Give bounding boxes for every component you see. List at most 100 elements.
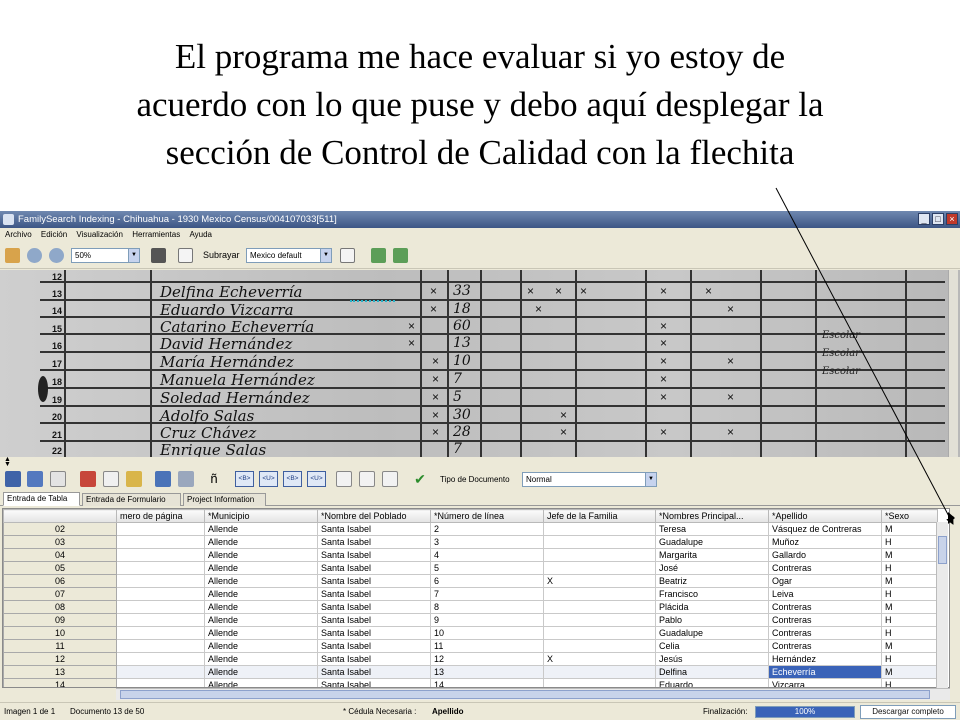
grid-cell[interactable] <box>116 587 205 601</box>
next-page-icon[interactable] <box>393 248 408 263</box>
table-row[interactable]: 07 Allende Santa Isabel 7 Francisco Leiva H <box>3 587 938 601</box>
grid-cell[interactable] <box>543 639 656 653</box>
grid-cell[interactable] <box>116 652 205 666</box>
grid-cell[interactable]: H <box>881 535 938 549</box>
grid-cell[interactable]: José <box>655 561 769 575</box>
grid-cell[interactable]: 2 <box>430 522 544 536</box>
undo-icon[interactable] <box>155 471 171 487</box>
grid-cell[interactable] <box>116 678 205 687</box>
grid-cell[interactable] <box>543 613 656 627</box>
image-vertical-scrollbar[interactable] <box>948 270 958 457</box>
grid-cell[interactable]: X <box>543 652 656 666</box>
grid-cell[interactable]: Santa Isabel <box>317 561 431 575</box>
table-row[interactable]: 04 Allende Santa Isabel 4 Margarita Gallardo M <box>3 548 938 562</box>
grid-cell[interactable]: Santa Isabel <box>317 587 431 601</box>
grid-cell[interactable] <box>543 587 656 601</box>
table-row[interactable]: 06 Allende Santa Isabel 6 X Beatriz Ogar M <box>3 574 938 588</box>
grid-cell[interactable]: 6 <box>430 574 544 588</box>
grid-cell[interactable]: H <box>881 587 938 601</box>
grid-cell[interactable]: H <box>881 613 938 627</box>
grid-cell[interactable]: Vásquez de Contreras <box>768 522 882 536</box>
grid-cell[interactable]: Margarita <box>655 548 769 562</box>
previous-page-icon[interactable] <box>371 248 386 263</box>
grid-cell[interactable]: Allende <box>204 561 318 575</box>
grid-cell[interactable]: Gallardo <box>768 548 882 562</box>
grid-cell[interactable]: 5 <box>430 561 544 575</box>
grid-cell[interactable]: M <box>881 600 938 614</box>
census-image-viewer[interactable]: 12 13 14 15 16 17 18 19 20 21 22 Delfina… <box>0 270 960 457</box>
grid-cell[interactable]: Leiva <box>768 587 882 601</box>
column-header[interactable]: *Nombres Principal... <box>655 509 769 523</box>
grid-cell[interactable]: H <box>881 652 938 666</box>
column-header[interactable]: *Municipio <box>204 509 318 523</box>
column-header[interactable]: *Sexo <box>881 509 938 523</box>
grid-cell[interactable] <box>116 535 205 549</box>
grid-cell[interactable]: H <box>881 626 938 640</box>
grid-cell[interactable] <box>543 600 656 614</box>
grid-cell[interactable]: Allende <box>204 574 318 588</box>
grid-cell[interactable]: 13 <box>430 665 544 679</box>
grid-cell[interactable]: Santa Isabel <box>317 600 431 614</box>
panel-splitter[interactable]: ▲ ▼ <box>0 456 960 468</box>
grid-cell[interactable]: Santa Isabel <box>317 522 431 536</box>
grid-cell[interactable]: H <box>881 561 938 575</box>
grid-cell[interactable] <box>116 522 205 536</box>
bold-tag-button-2[interactable]: <B> <box>283 471 302 487</box>
doc-type-select[interactable]: Normal ▼ <box>522 472 657 487</box>
zoom-out-icon[interactable] <box>49 248 64 263</box>
grid-cell[interactable]: Allende <box>204 613 318 627</box>
grid-cell[interactable]: Vizcarra <box>768 678 882 687</box>
column-header[interactable] <box>3 509 117 523</box>
table-row[interactable]: 02 Allende Santa Isabel 2 Teresa Vásquez de C… <box>3 522 938 536</box>
table-row[interactable]: 12 Allende Santa Isabel 12 X Jesús Hernández H <box>3 652 938 666</box>
grid-cell[interactable]: Allende <box>204 652 318 666</box>
grid-cell[interactable]: M <box>881 639 938 653</box>
close-button[interactable]: × <box>946 213 958 225</box>
grid-cell[interactable]: Santa Isabel <box>317 574 431 588</box>
grid-cell[interactable]: Santa Isabel <box>317 665 431 679</box>
menu-archivo[interactable]: Archivo <box>5 228 32 242</box>
grid-cell[interactable]: Contreras <box>768 626 882 640</box>
grid-cell[interactable] <box>116 613 205 627</box>
grid-cell[interactable]: Francisco <box>655 587 769 601</box>
grid-cell[interactable]: Allende <box>204 678 318 687</box>
grid-cell[interactable]: Santa Isabel <box>317 626 431 640</box>
grid-cell[interactable]: Santa Isabel <box>317 678 431 687</box>
move-row-icon[interactable] <box>382 471 398 487</box>
menu-ayuda[interactable]: Ayuda <box>189 228 212 242</box>
book-icon[interactable] <box>340 248 355 263</box>
column-header[interactable]: mero de página <box>116 509 205 523</box>
grid-cell[interactable]: Santa Isabel <box>317 613 431 627</box>
grid-cell[interactable]: Pablo <box>655 613 769 627</box>
grid-cell[interactable] <box>543 561 656 575</box>
grid-cell[interactable]: Santa Isabel <box>317 535 431 549</box>
column-header[interactable]: *Número de línea <box>430 509 544 523</box>
grid-cell[interactable]: Celia <box>655 639 769 653</box>
menu-visualizacion[interactable]: Visualización <box>76 228 123 242</box>
grid-cell[interactable] <box>543 626 656 640</box>
grid-cell[interactable]: 11 <box>430 639 544 653</box>
grid-cell[interactable] <box>543 548 656 562</box>
table-row[interactable]: 09 Allende Santa Isabel 9 Pablo Contreras H <box>3 613 938 627</box>
grid-cell[interactable]: Allende <box>204 522 318 536</box>
print-icon[interactable] <box>50 471 66 487</box>
save-icon[interactable] <box>5 471 21 487</box>
table-row[interactable]: 05 Allende Santa Isabel 5 José Contreras H <box>3 561 938 575</box>
grid-cell[interactable]: Contreras <box>768 613 882 627</box>
grid-cell[interactable]: Ogar <box>768 574 882 588</box>
scroll-thumb[interactable] <box>120 690 930 699</box>
grid-cell[interactable]: Allende <box>204 639 318 653</box>
grid-cell[interactable]: H <box>881 678 938 687</box>
document-icon[interactable] <box>151 248 166 263</box>
special-character-icon[interactable]: ñ <box>206 471 222 487</box>
redo-icon[interactable] <box>178 471 194 487</box>
table-row[interactable]: 14 Allende Santa Isabel 14 Eduardo Vizcarra H <box>3 678 938 687</box>
grid-cell[interactable]: Santa Isabel <box>317 639 431 653</box>
underline-tag-button[interactable]: <U> <box>259 471 278 487</box>
table-row[interactable]: 13 Allende Santa Isabel 13 Delfina Echeverría… <box>3 665 938 679</box>
grid-cell[interactable]: M <box>881 522 938 536</box>
grid-cell[interactable]: 7 <box>430 587 544 601</box>
grid-cell[interactable]: Guadalupe <box>655 535 769 549</box>
zoom-select[interactable]: 50% ▼ <box>71 248 140 263</box>
tab-project-information[interactable]: Project Information <box>183 493 266 506</box>
